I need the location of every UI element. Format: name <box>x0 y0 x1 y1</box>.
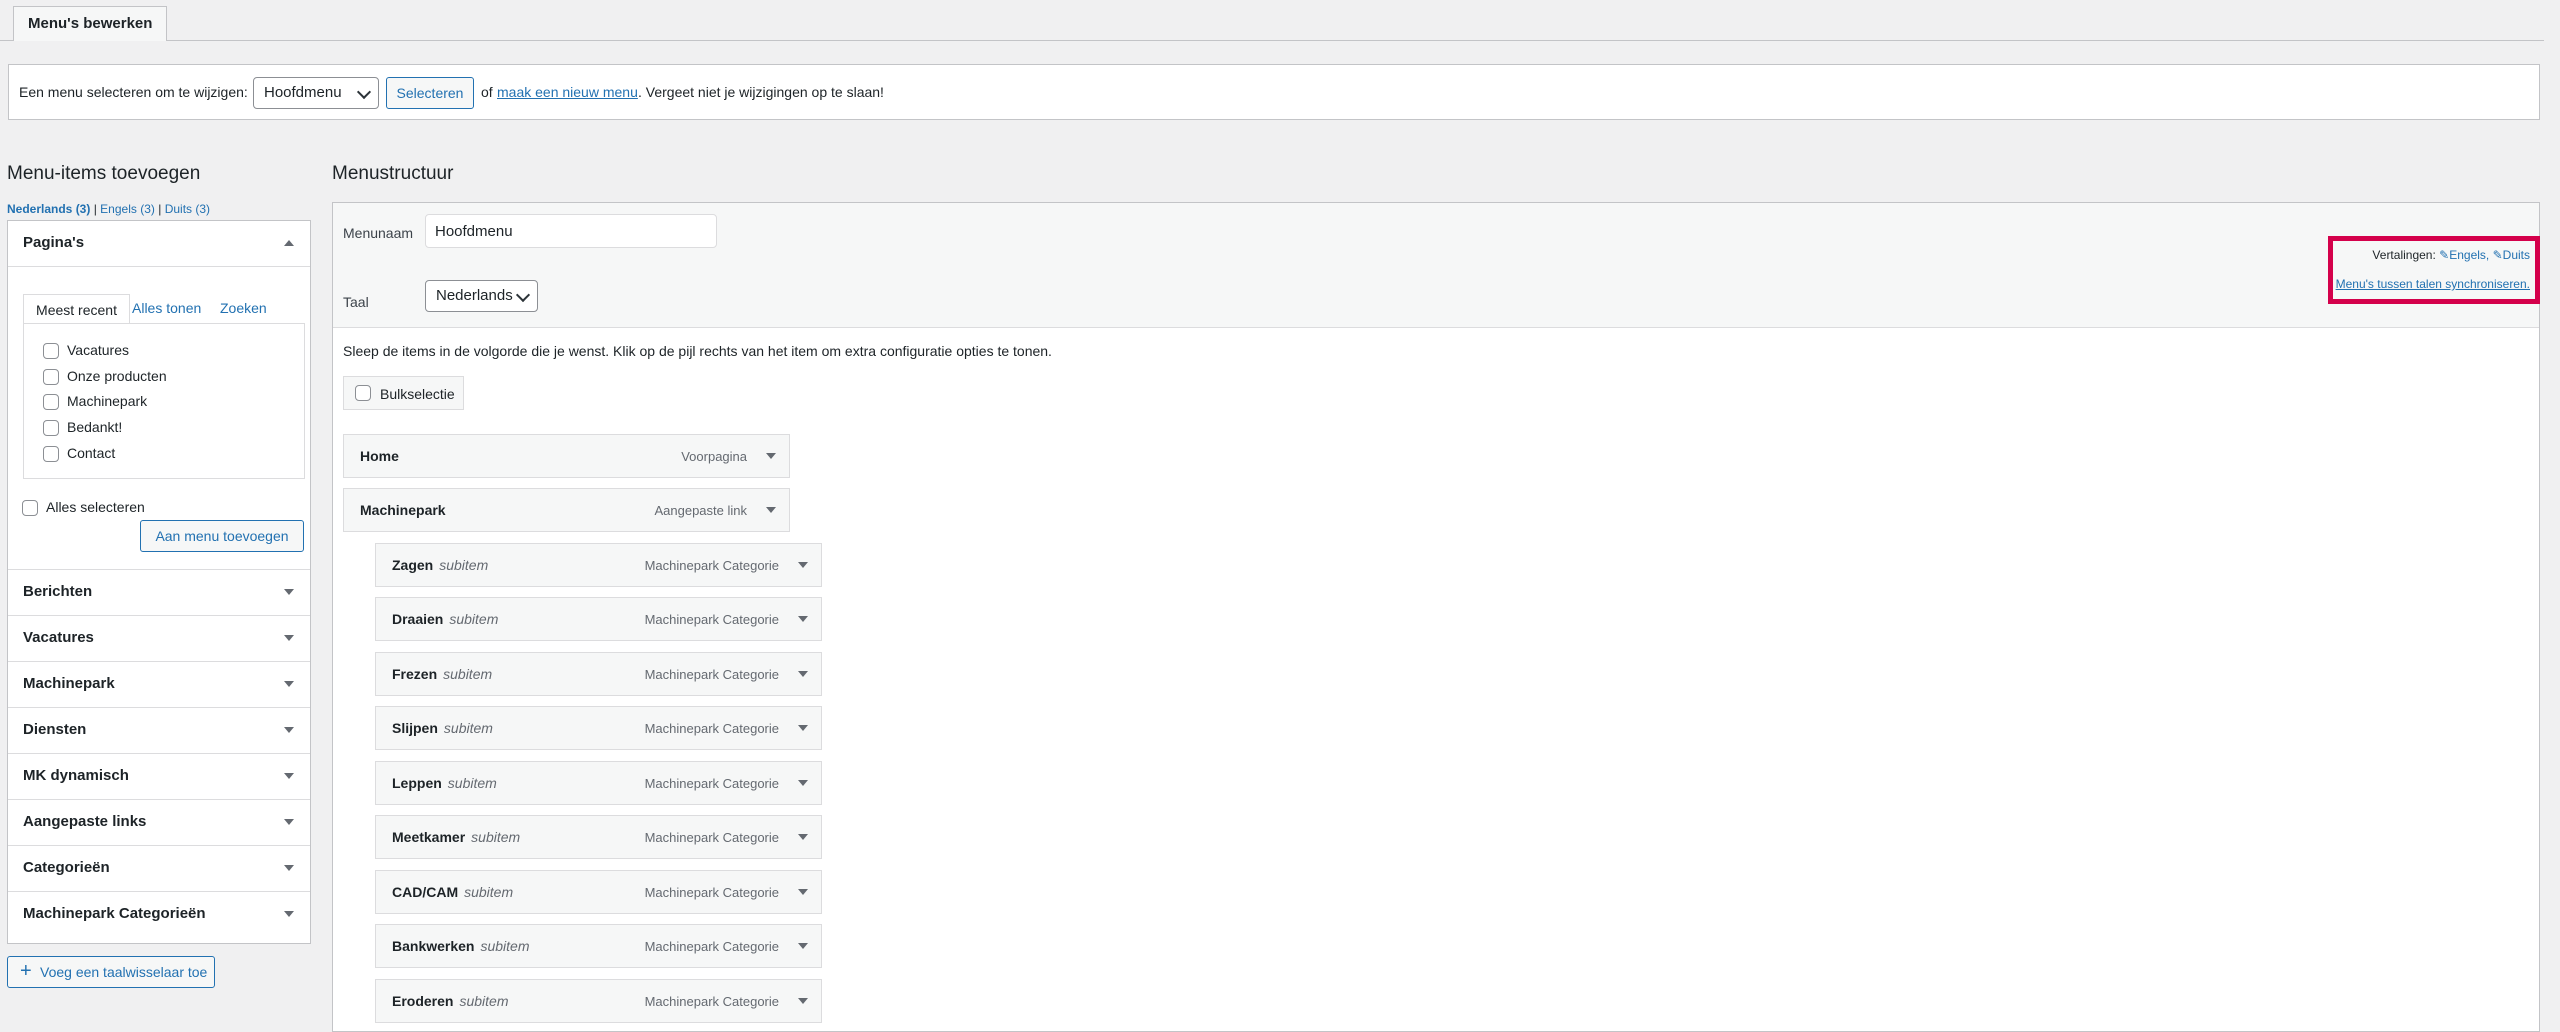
tab-show-all[interactable]: Alles tonen <box>132 300 201 316</box>
chevron-down-icon <box>356 84 372 100</box>
expand-down-icon <box>284 773 294 779</box>
menu-subitem[interactable]: Meetkamer subitem Machinepark Categorie <box>375 815 822 859</box>
expand-down-icon[interactable] <box>798 780 808 786</box>
select-all-checkbox[interactable]: Alles selecteren <box>22 499 145 517</box>
checkbox[interactable] <box>43 343 59 360</box>
expand-down-icon[interactable] <box>798 834 808 840</box>
section-machinepark-categories[interactable]: Machinepark Categorieën <box>8 891 310 936</box>
add-to-menu-button[interactable]: Aan menu toevoegen <box>140 520 304 552</box>
menu-name-label: Menunaam <box>343 225 414 241</box>
expand-down-icon[interactable] <box>798 671 808 677</box>
expand-down-icon <box>284 635 294 641</box>
section-diensten[interactable]: Diensten <box>8 707 310 752</box>
language-filter-en[interactable]: Engels (3) <box>100 202 155 216</box>
pages-section-title: Pagina's <box>23 234 85 251</box>
section-berichten[interactable]: Berichten <box>8 569 310 614</box>
tab-edit-menus[interactable]: Menu's bewerken <box>13 6 168 41</box>
instructions-text: Sleep de items in de volgorde die je wen… <box>343 343 1052 359</box>
select-button[interactable]: Selecteren <box>386 77 474 109</box>
bulk-select-button[interactable]: Bulkselectie <box>343 376 464 410</box>
expand-down-icon[interactable] <box>798 725 808 731</box>
expand-down-icon <box>284 865 294 871</box>
menu-structure-panel: Menunaam Taal Nederlands Sleep de items … <box>332 202 2540 1032</box>
list-item[interactable]: Bedankt! <box>43 419 122 437</box>
pencil-icon: ✎ <box>2439 248 2450 262</box>
menu-subitem[interactable]: Leppen subitem Machinepark Categorie <box>375 761 822 805</box>
expand-down-icon <box>284 589 294 595</box>
menu-name-input[interactable] <box>425 214 717 248</box>
menu-subitem[interactable]: Eroderen subitem Machinepark Categorie <box>375 979 822 1023</box>
language-label: Taal <box>343 294 369 310</box>
language-select[interactable]: Nederlands <box>425 280 538 312</box>
menu-subitem[interactable]: Bankwerken subitem Machinepark Categorie <box>375 924 822 968</box>
checkbox[interactable] <box>43 369 59 386</box>
section-mk-dynamisch[interactable]: MK dynamisch <box>8 753 310 798</box>
expand-down-icon[interactable] <box>798 562 808 568</box>
list-item[interactable]: Contact <box>43 445 115 463</box>
translations-highlight-box <box>2328 236 2540 304</box>
language-filter: Nederlands (3) | Engels (3) | Duits (3) <box>7 202 211 216</box>
expand-down-icon[interactable] <box>798 998 808 1004</box>
expand-down-icon <box>284 911 294 917</box>
menu-settings-header: Menunaam Taal Nederlands <box>333 203 2539 328</box>
menu-items-accordion: Pagina's Meest recent Alles tonen Zoeken… <box>7 220 311 944</box>
expand-down-icon[interactable] <box>766 507 776 513</box>
section-vacatures[interactable]: Vacatures <box>8 615 310 660</box>
chevron-down-icon <box>515 287 531 303</box>
expand-down-icon[interactable] <box>798 943 808 949</box>
expand-down-icon <box>284 681 294 687</box>
menu-subitem[interactable]: CAD/CAM subitem Machinepark Categorie <box>375 870 822 914</box>
translation-link-de[interactable]: Duits <box>2503 248 2530 262</box>
checkbox[interactable] <box>43 420 59 437</box>
menu-select-bar: Een menu selecteren om te wijzigen: Hoof… <box>8 64 2540 120</box>
menu-item-machinepark[interactable]: Machinepark Aangepaste link <box>343 488 790 532</box>
sync-menus-link[interactable]: Menu's tussen talen synchroniseren. <box>2336 277 2530 291</box>
translation-link-en[interactable]: Engels, <box>2449 248 2489 262</box>
section-machinepark[interactable]: Machinepark <box>8 661 310 706</box>
tab-search[interactable]: Zoeken <box>220 300 267 316</box>
or-text: of <box>481 84 493 100</box>
menu-subitem[interactable]: Slijpen subitem Machinepark Categorie <box>375 706 822 750</box>
checkbox[interactable] <box>43 446 59 463</box>
menu-subitem[interactable]: Draaien subitem Machinepark Categorie <box>375 597 822 641</box>
language-filter-nl[interactable]: Nederlands (3) <box>7 202 90 216</box>
new-menu-link[interactable]: maak een nieuw menu <box>497 84 638 100</box>
menu-subitem[interactable]: Frezen subitem Machinepark Categorie <box>375 652 822 696</box>
list-item[interactable]: Vacatures <box>43 342 129 360</box>
menu-structure-title: Menustructuur <box>332 163 454 184</box>
menu-item-home[interactable]: Home Voorpagina <box>343 434 790 478</box>
expand-down-icon <box>284 727 294 733</box>
expand-down-icon[interactable] <box>798 889 808 895</box>
collapse-up-icon <box>284 240 294 246</box>
tab-bar <box>0 0 2544 41</box>
add-language-switcher-button[interactable]: + Voeg een taalwisselaar toe <box>7 956 215 988</box>
translations-line: Vertalingen: ✎Engels, ✎Duits <box>2372 248 2530 262</box>
menu-select-value: Hoofdmenu <box>264 84 342 101</box>
save-reminder-text: . Vergeet niet je wijzigingen op te slaa… <box>638 84 884 100</box>
plus-icon: + <box>20 960 32 982</box>
list-item[interactable]: Machinepark <box>43 393 147 411</box>
pencil-icon: ✎ <box>2492 248 2503 262</box>
section-custom-links[interactable]: Aangepaste links <box>8 799 310 844</box>
menu-select-dropdown[interactable]: Hoofdmenu <box>253 77 379 109</box>
expand-down-icon <box>284 819 294 825</box>
tab-most-recent[interactable]: Meest recent <box>23 294 130 324</box>
pages-section-header[interactable]: Pagina's <box>8 221 310 267</box>
section-categories[interactable]: Categorieën <box>8 845 310 890</box>
list-item[interactable]: Onze producten <box>43 368 167 386</box>
expand-down-icon[interactable] <box>766 453 776 459</box>
checkbox[interactable] <box>43 394 59 411</box>
checkbox[interactable] <box>355 385 371 401</box>
menu-subitem[interactable]: Zagen subitem Machinepark Categorie <box>375 543 822 587</box>
expand-down-icon[interactable] <box>798 616 808 622</box>
language-filter-de[interactable]: Duits (3) <box>165 202 210 216</box>
select-menu-label: Een menu selecteren om te wijzigen: <box>19 84 248 100</box>
add-menu-items-title: Menu-items toevoegen <box>7 163 201 184</box>
